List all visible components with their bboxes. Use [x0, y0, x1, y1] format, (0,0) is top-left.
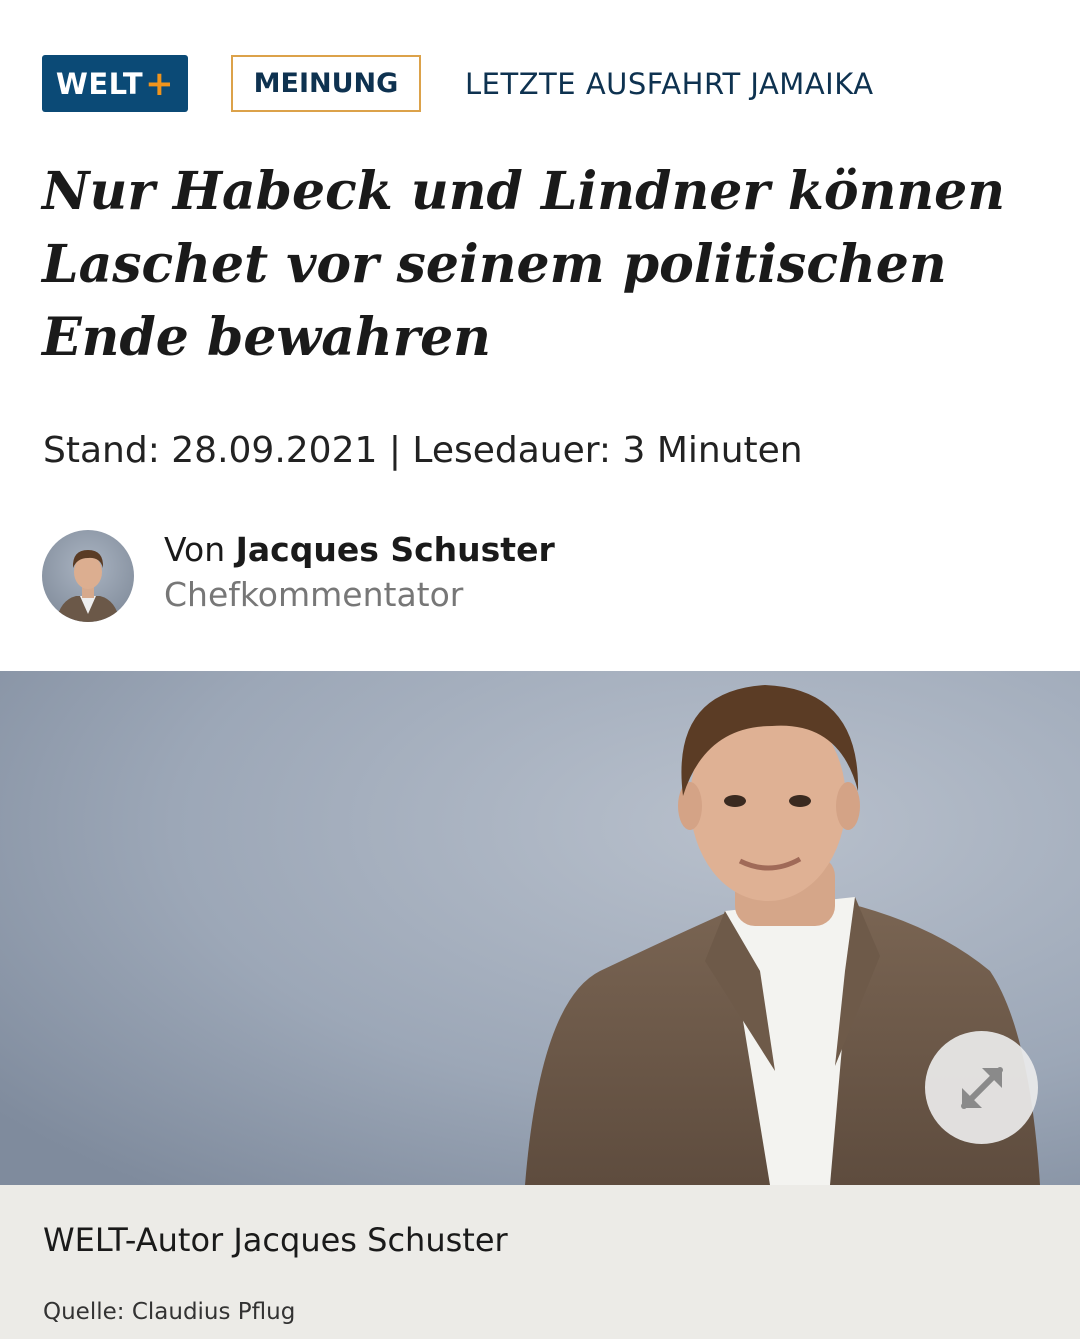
author-line: Von Jacques Schuster	[164, 530, 555, 569]
brand-plus: +	[145, 63, 175, 104]
article-headline: Nur Habeck und Lindner können Laschet vo…	[42, 161, 1006, 368]
author-role: Chefkommentator	[164, 575, 464, 614]
series-label[interactable]: LETZTE AUSFAHRT JAMAIKA	[465, 67, 874, 101]
expand-arrows-icon	[960, 1066, 1003, 1109]
expand-image-button[interactable]	[925, 1031, 1038, 1144]
author-portrait-photo	[0, 671, 1080, 1185]
author-name[interactable]: Jacques Schuster	[236, 530, 555, 569]
image-source: Quelle: Claudius Pflug	[43, 1299, 296, 1325]
category-badge[interactable]: MEINUNG	[231, 55, 421, 112]
author-prefix: Von	[164, 530, 236, 569]
author-avatar[interactable]	[42, 530, 134, 622]
article-header-bar: WELT + MEINUNG LETZTE AUSFAHRT JAMAIKA	[42, 55, 874, 112]
welt-plus-logo[interactable]: WELT +	[42, 55, 188, 112]
author-avatar-image	[42, 530, 134, 622]
author-byline[interactable]: Von Jacques Schuster Chefkommentator	[42, 530, 555, 622]
author-text: Von Jacques Schuster Chefkommentator	[164, 530, 555, 614]
hero-image[interactable]	[0, 671, 1080, 1185]
image-caption: WELT-Autor Jacques Schuster	[43, 1221, 508, 1259]
article-meta: Stand: 28.09.2021 | Lesedauer: 3 Minuten	[43, 430, 803, 471]
brand-name: WELT	[55, 66, 144, 101]
image-caption-area: WELT-Autor Jacques Schuster Quelle: Clau…	[0, 1185, 1080, 1339]
